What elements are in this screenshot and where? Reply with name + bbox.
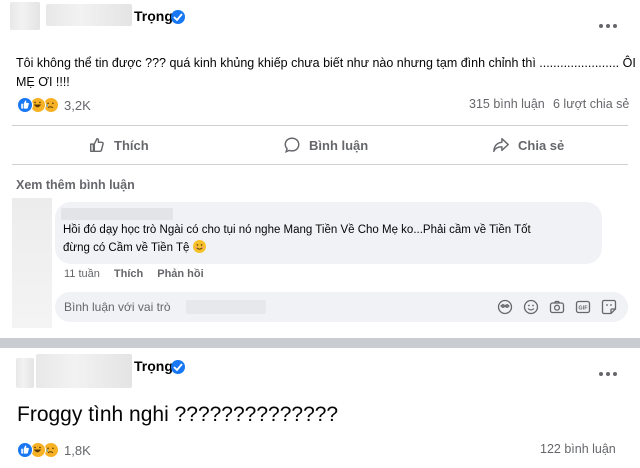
post-text: Froggy tình nghi ?????????????? xyxy=(17,403,339,426)
divider xyxy=(12,125,628,126)
comment-button-label: Bình luận xyxy=(309,137,369,153)
comment-count[interactable]: 315 bình luận xyxy=(469,97,545,111)
author-name[interactable]: Trọng xyxy=(134,358,173,374)
comment-bubble-icon xyxy=(284,137,300,154)
comment-count[interactable]: 122 bình luận xyxy=(540,442,616,456)
smiling-emoji-icon xyxy=(192,240,206,253)
post-card: Trọng Tôi không thể tin được ??? quá kin… xyxy=(0,0,640,338)
thumbs-up-icon xyxy=(89,137,104,153)
post-card: Trọng Froggy tình nghi ?????????????? 1,… xyxy=(0,348,640,468)
emoji-icon[interactable] xyxy=(523,299,539,315)
author-avatar[interactable] xyxy=(16,358,34,388)
like-button-label: Thích xyxy=(114,137,149,153)
avatar-sticker-icon[interactable] xyxy=(497,299,513,315)
reaction-count: 3,2K xyxy=(64,97,91,113)
like-reaction-icon xyxy=(17,442,33,458)
reaction-summary[interactable]: 1,8K xyxy=(17,442,91,458)
like-reaction-icon xyxy=(17,97,33,113)
comment-like-button[interactable]: Thích xyxy=(114,268,143,280)
comment-reply-button[interactable]: Phản hồi xyxy=(157,268,203,280)
author-avatar[interactable] xyxy=(10,2,40,30)
reaction-summary[interactable]: 3,2K xyxy=(17,97,91,113)
post-text-line1: Tôi không thể tin được ??? quá kinh khủn… xyxy=(16,56,636,70)
camera-icon[interactable] xyxy=(549,299,565,315)
comment-bubble: Hồi đó dạy học trò Ngài có cho tụi nó ng… xyxy=(55,202,602,264)
see-more-comments-link[interactable]: Xem thêm bình luận xyxy=(16,178,135,192)
share-count[interactable]: 6 lượt chia sẻ xyxy=(553,97,629,111)
share-button[interactable]: Chia sẻ xyxy=(492,131,564,159)
comment-input-placeholder: Bình luận với vai trò xyxy=(64,300,171,314)
post-text-line2: MẸ ƠI !!!! xyxy=(16,75,70,89)
like-button[interactable]: Thích xyxy=(88,131,149,159)
author-name[interactable]: Trọng xyxy=(134,8,173,24)
gif-icon[interactable]: GIF xyxy=(575,299,591,315)
author-name-redacted xyxy=(46,4,132,26)
comment-meta: 11 tuần Thích Phản hồi xyxy=(64,268,204,280)
divider xyxy=(12,164,628,165)
comment-button[interactable]: Bình luận xyxy=(283,131,368,159)
share-arrow-icon xyxy=(493,137,509,153)
comment-text-line1: Hồi đó dạy học trò Ngài có cho tụi nó ng… xyxy=(63,224,531,236)
more-options-icon[interactable] xyxy=(598,364,618,384)
commenter-avatar[interactable] xyxy=(12,198,52,328)
share-button-label: Chia sẻ xyxy=(518,137,565,153)
svg-text:GIF: GIF xyxy=(578,306,588,312)
verified-badge-icon xyxy=(171,10,185,24)
reaction-count: 1,8K xyxy=(64,442,91,458)
more-options-icon[interactable] xyxy=(598,16,618,36)
commenter-name-redacted[interactable] xyxy=(61,208,173,220)
comment-time[interactable]: 11 tuần xyxy=(64,268,100,280)
comment-input-box[interactable]: Bình luận với vai trò GIF xyxy=(55,292,628,322)
verified-badge-icon xyxy=(171,360,185,374)
comment-text-line2: đừng có Cầm về Tiền Tệ xyxy=(63,240,206,257)
author-name-redacted xyxy=(36,354,132,388)
sticker-icon[interactable] xyxy=(601,299,617,315)
page-name-redacted xyxy=(186,300,266,314)
